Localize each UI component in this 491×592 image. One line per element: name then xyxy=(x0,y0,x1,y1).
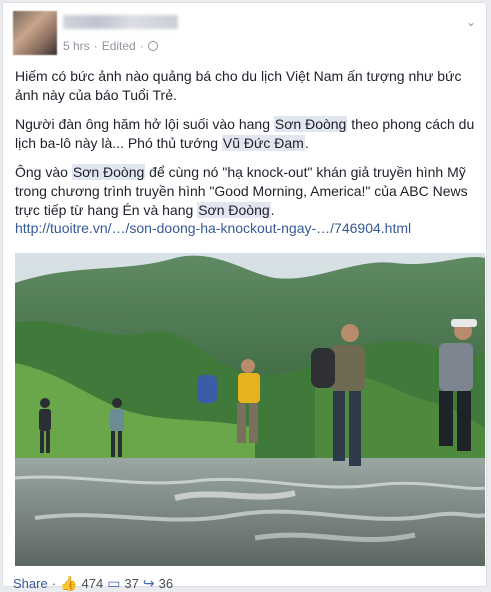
article-link[interactable]: http://tuoitre.vn/…/son-doong-ha-knockou… xyxy=(15,220,411,236)
chevron-down-icon[interactable]: ⌄ xyxy=(466,15,476,29)
globe-icon[interactable] xyxy=(147,41,158,51)
comment-icon[interactable]: ▭ xyxy=(107,575,120,592)
meta-separator: · xyxy=(93,39,98,53)
meta-separator-2: · xyxy=(139,39,144,53)
comment-count[interactable]: 37 xyxy=(124,576,138,591)
paragraph-3: Ông vào Sơn Đoòng để cùng nó "hạ knock-o… xyxy=(15,164,468,218)
share-link[interactable]: Share xyxy=(13,576,48,591)
author-name-blurred[interactable] xyxy=(63,15,178,29)
post-card: ⌄ 5 hrs · Edited · Hiếm có bức ảnh nào q… xyxy=(2,2,487,591)
tag-son-doong-2[interactable]: Sơn Đoòng xyxy=(71,164,146,180)
post-footer: Share · 👍 474 ▭ 37 ↪ 36 xyxy=(13,575,173,592)
paragraph-2: Người đàn ông hăm hở lội suối vào hang S… xyxy=(15,116,475,151)
like-count[interactable]: 474 xyxy=(81,576,103,591)
post-meta: 5 hrs · Edited · xyxy=(63,39,158,53)
share-count[interactable]: 36 xyxy=(159,576,173,591)
paragraph-1: Hiếm có bức ảnh nào quảng bá cho du lịch… xyxy=(15,68,462,103)
post-body: Hiếm có bức ảnh nào quảng bá cho du lịch… xyxy=(15,67,477,230)
share-arrow-icon[interactable]: ↪ xyxy=(143,575,155,592)
tag-son-doong-3[interactable]: Sơn Đoòng xyxy=(197,202,271,218)
post-time[interactable]: 5 hrs xyxy=(63,39,90,53)
tag-vu-duc-dam[interactable]: Vũ Đức Đam xyxy=(221,135,305,151)
edited-label[interactable]: Edited xyxy=(102,39,136,53)
like-icon[interactable]: 👍 xyxy=(60,575,77,592)
tag-son-doong[interactable]: Sơn Đoòng xyxy=(273,116,348,132)
footer-separator: · xyxy=(51,576,57,591)
avatar[interactable] xyxy=(13,11,57,55)
photo-illustration xyxy=(15,253,485,566)
post-photo[interactable] xyxy=(15,253,485,566)
